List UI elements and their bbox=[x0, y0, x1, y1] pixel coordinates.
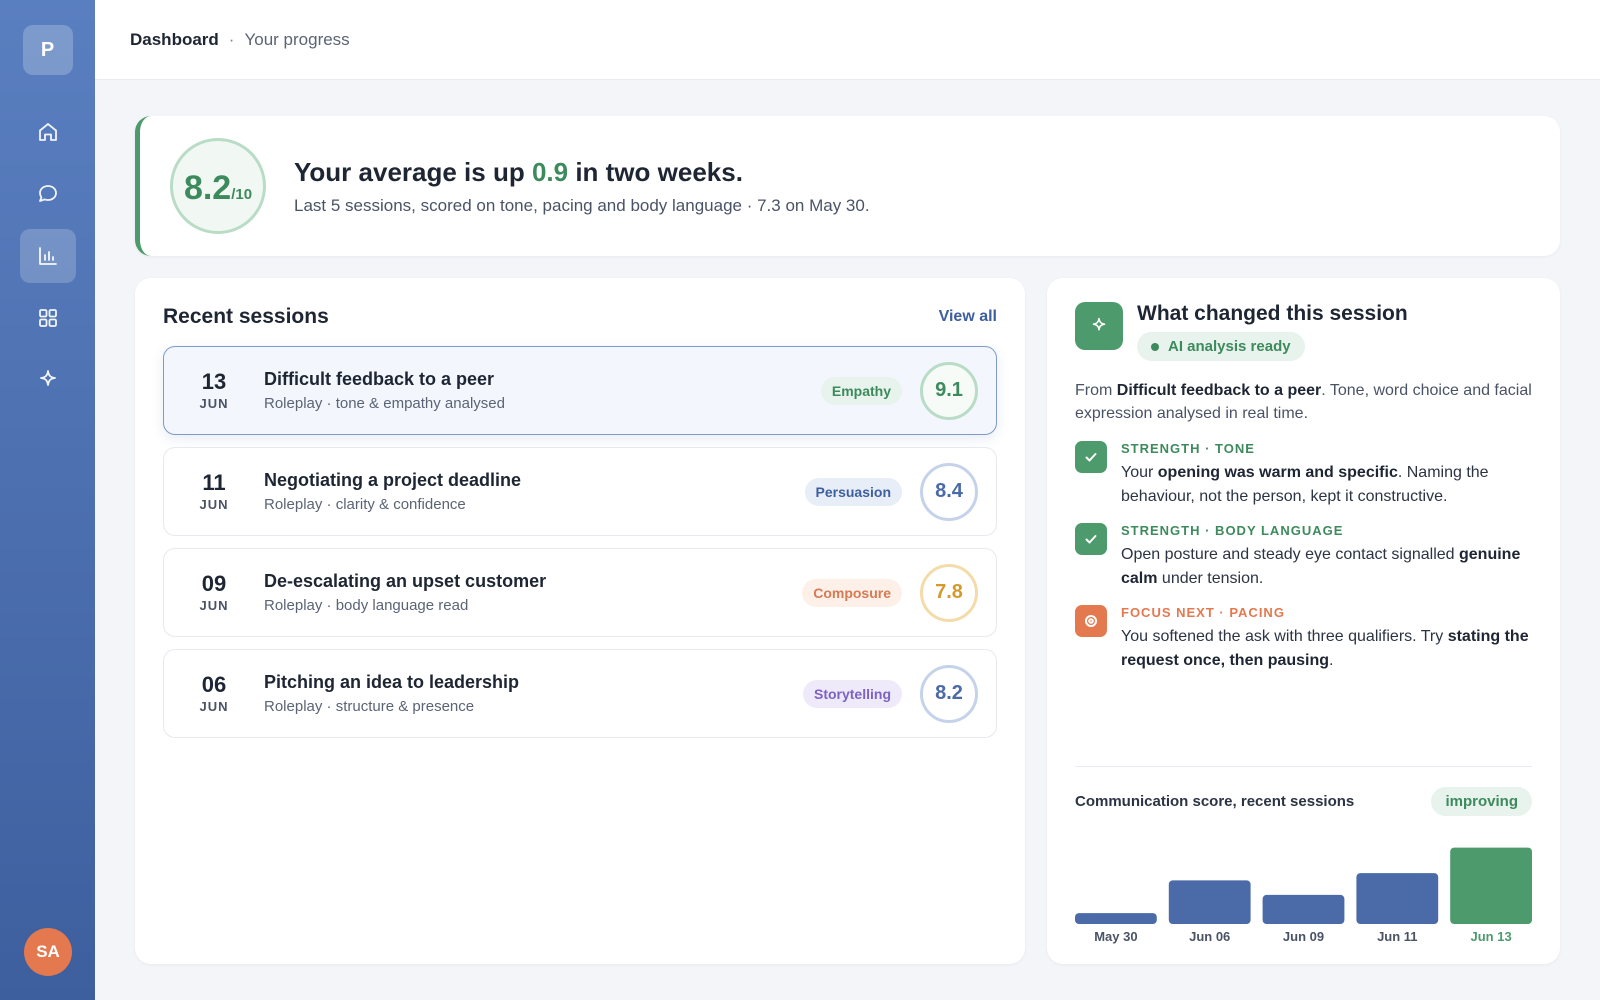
chart-title: Communication score, recent sessions bbox=[1075, 793, 1355, 810]
session-score: 8.2 bbox=[920, 664, 978, 723]
chart-x-label: May 30 bbox=[1094, 929, 1137, 944]
session-row[interactable]: 13 JUN Difficult feedback to a peer Rolepl… bbox=[163, 346, 997, 435]
ai-sparkle-badge bbox=[1075, 302, 1123, 350]
finding-label: STRENGTH · TONE bbox=[1121, 441, 1255, 456]
grid-icon bbox=[38, 309, 57, 327]
session-subtitle: Roleplay · body language read bbox=[264, 597, 469, 614]
average-score-ring: 8.2/10 bbox=[170, 138, 266, 234]
view-all-link[interactable]: View all bbox=[939, 308, 997, 326]
status-dot bbox=[1151, 342, 1159, 351]
nav-spark[interactable] bbox=[20, 353, 76, 407]
check-icon bbox=[1075, 441, 1107, 473]
session-subtitle: Roleplay · clarity & confidence bbox=[264, 496, 466, 513]
finding-text: You softened the ask with three qualifie… bbox=[1121, 628, 1529, 669]
finding-label: STRENGTH · BODY LANGUAGE bbox=[1121, 523, 1344, 538]
session-score: 8.4 bbox=[920, 462, 978, 521]
nav-progress[interactable] bbox=[19, 229, 76, 283]
nav-chat[interactable] bbox=[20, 167, 76, 221]
sparkle-icon bbox=[39, 370, 56, 386]
recent-sessions-card: Recent sessions View all 13 JUN Difficult… bbox=[135, 278, 1025, 964]
breadcrumb-dashboard[interactable]: Dashboard bbox=[130, 30, 219, 49]
session-subtitle: Roleplay · structure & presence bbox=[264, 698, 475, 715]
app-logo[interactable]: P bbox=[22, 25, 73, 75]
score-chart: Communication score, recent sessions imp… bbox=[1075, 766, 1532, 946]
breadcrumb-current: Your progress bbox=[244, 29, 350, 49]
chart-bar bbox=[1262, 894, 1345, 924]
session-row[interactable]: 06 JUN Pitching an idea to leadership Role… bbox=[163, 649, 997, 738]
chart-bar bbox=[1356, 873, 1439, 924]
user-avatar[interactable]: SA bbox=[24, 928, 72, 976]
finding-item: STRENGTH · TONE Your opening was warm an… bbox=[1075, 441, 1532, 509]
skill-tag: Persuasion bbox=[804, 477, 902, 506]
chat-icon bbox=[38, 185, 57, 202]
session-subtitle: Roleplay · tone & empathy analysed bbox=[264, 395, 505, 412]
bar-chart-icon bbox=[38, 247, 57, 265]
session-title: Pitching an idea to leadership bbox=[264, 672, 520, 692]
finding-text: Your opening was warm and specific. Nami… bbox=[1121, 464, 1489, 505]
score-delta: 0.9 bbox=[531, 156, 569, 187]
session-score: 9.1 bbox=[920, 361, 978, 420]
home-icon bbox=[38, 123, 57, 141]
breadcrumb-separator: · bbox=[228, 29, 235, 49]
session-score: 7.8 bbox=[920, 563, 978, 622]
sparkle-icon bbox=[1092, 317, 1106, 331]
session-date: 09 JUN bbox=[199, 570, 229, 613]
nav-home[interactable] bbox=[20, 105, 76, 159]
skill-tag: Storytelling bbox=[802, 679, 902, 708]
recent-sessions-title: Recent sessions bbox=[163, 305, 329, 328]
ai-status-badge: AI analysis ready bbox=[1137, 332, 1305, 361]
session-list: 13 JUN Difficult feedback to a peer Rolepl… bbox=[163, 346, 997, 738]
check-icon bbox=[1075, 523, 1107, 555]
skill-tag: Composure bbox=[802, 578, 902, 607]
finding-label: FOCUS NEXT · PACING bbox=[1121, 605, 1285, 620]
chart-x-label: Jun 11 bbox=[1377, 929, 1417, 944]
session-date: 13 JUN bbox=[199, 368, 229, 411]
summary-headline: Your average is up 0.9 in two weeks. bbox=[294, 156, 743, 187]
sidebar-nav bbox=[19, 105, 76, 407]
insights-source: From Difficult feedback to a peer. Tone,… bbox=[1075, 382, 1532, 422]
summary-subtitle: Last 5 sessions, scored on tone, pacing … bbox=[294, 195, 870, 215]
chart-x-label: Jun 13 bbox=[1471, 929, 1512, 944]
session-date: 06 JUN bbox=[199, 671, 229, 714]
finding-text: Open posture and steady eye contact sign… bbox=[1121, 546, 1521, 587]
session-date: 11 JUN bbox=[199, 469, 229, 512]
average-score-denominator: /10 bbox=[231, 186, 253, 203]
session-title: De-escalating an upset customer bbox=[264, 571, 547, 591]
nav-apps[interactable] bbox=[20, 291, 76, 345]
session-title: Negotiating a project deadline bbox=[264, 470, 522, 490]
chart-bar bbox=[1168, 880, 1251, 924]
chart-bar bbox=[1075, 913, 1157, 924]
chart-x-label: Jun 06 bbox=[1189, 929, 1230, 944]
trend-badge: improving bbox=[1431, 787, 1532, 816]
session-row[interactable]: 09 JUN De-escalating an upset customer Rol… bbox=[163, 548, 997, 637]
chart-x-label: Jun 09 bbox=[1283, 929, 1324, 944]
score-bar-chart: May 30 Jun 06 Jun 09 Jun 11 Jun 13 bbox=[1075, 847, 1532, 944]
finding-item: STRENGTH · BODY LANGUAGE Open posture an… bbox=[1075, 523, 1532, 591]
session-title: Difficult feedback to a peer bbox=[264, 369, 495, 389]
target-icon bbox=[1075, 605, 1107, 637]
summary-card: 8.2/10 Your average is up 0.9 in two wee… bbox=[135, 116, 1560, 256]
insights-title: What changed this session bbox=[1137, 302, 1408, 325]
findings-list: STRENGTH · TONE Your opening was warm an… bbox=[1075, 441, 1532, 673]
breadcrumb: Dashboard · Your progress bbox=[130, 30, 350, 50]
chart-bar bbox=[1450, 847, 1532, 924]
finding-item: FOCUS NEXT · PACING You softened the ask… bbox=[1075, 605, 1532, 673]
skill-tag: Empathy bbox=[820, 376, 902, 405]
session-row[interactable]: 11 JUN Negotiating a project deadline Role… bbox=[163, 447, 997, 536]
top-header: Dashboard · Your progress bbox=[95, 0, 1600, 80]
session-insights-card: What changed this session AI analysis re… bbox=[1047, 278, 1560, 964]
sidebar: P SA bbox=[0, 0, 95, 1000]
average-score: 8.2 bbox=[183, 169, 232, 207]
